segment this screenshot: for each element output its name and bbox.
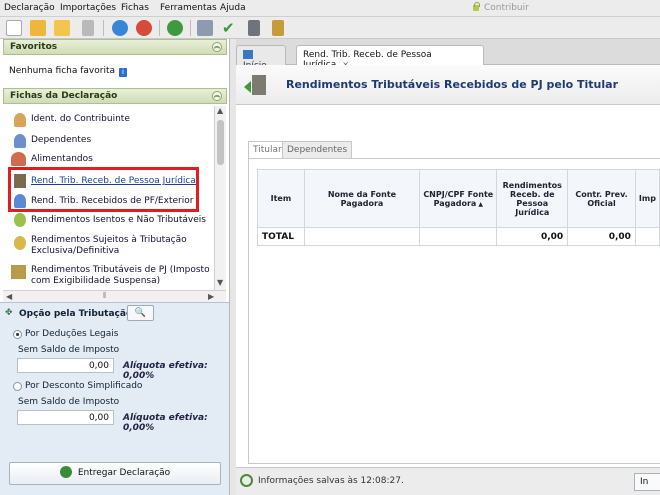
family-icon — [11, 152, 26, 166]
status-text: Informações salvas às 12:08:27. — [258, 476, 404, 486]
search-icon: 🔍 — [134, 308, 147, 318]
scroll-up-icon[interactable]: ▲ — [217, 106, 223, 115]
ficha-dependentes[interactable]: Dependentes — [14, 134, 91, 148]
ficha-rend-tributacao-exclusiva[interactable]: Rendimentos Sujeitos à Tributação Exclus… — [14, 235, 187, 257]
deducoes-legais-label: Por Deduções Legais — [25, 329, 119, 339]
menu-importacoes[interactable]: Importações — [60, 3, 116, 13]
scroll-down-icon[interactable]: ▼ — [217, 278, 223, 287]
print-icon[interactable] — [197, 20, 213, 36]
check-icon[interactable]: ✔ — [222, 20, 238, 36]
menu-ferramentas[interactable]: Ferramentas — [160, 3, 217, 13]
status-bar: Informações salvas às 12:08:27. In — [236, 467, 660, 495]
total-contr-prev: 0,00 — [567, 227, 636, 246]
sync-icon[interactable] — [112, 20, 128, 36]
main-panel: Início Rend. Trib. Receb. de Pessoa Jurí… — [236, 39, 660, 495]
toolbar-separator — [159, 20, 160, 36]
scroll-grip-icon[interactable]: ⦀ — [103, 291, 107, 301]
contribuir-link[interactable]: Contribuir — [472, 2, 529, 13]
table-header-row: Item Nome da Fonte Pagadora CNPJ/CPF Fon… — [257, 169, 660, 228]
bottom-button[interactable]: In — [634, 473, 660, 491]
favoritos-header[interactable]: Favoritos ︽ — [3, 39, 227, 55]
tab-rend-trib-pj[interactable]: Rend. Trib. Receb. de Pessoa Jurídica× — [296, 45, 484, 70]
menu-ajuda[interactable]: Ajuda — [220, 3, 246, 13]
radio-desconto-simplificado[interactable] — [13, 382, 22, 391]
building-person-icon — [244, 71, 268, 99]
desconto-aliquota: Alíquota efetiva: 0,00% — [123, 413, 208, 433]
deducoes-value: 0,00 — [17, 358, 114, 373]
table-cell — [419, 227, 498, 246]
table-container: Item Nome da Fonte Pagadora CNPJ/CPF Fon… — [248, 158, 660, 464]
people-icon — [14, 134, 26, 148]
highlight-box — [8, 167, 199, 212]
tax-option-icon: ✥ — [5, 308, 13, 318]
ficha-rend-isentos[interactable]: Rendimentos Isentos e Não Tributáveis — [14, 213, 206, 227]
menu-bar: Declaração Importações Fichas Ferramenta… — [0, 0, 660, 17]
lock-icon — [472, 2, 480, 11]
info-icon[interactable]: i — [118, 68, 127, 77]
desconto-saldo-label: Sem Saldo de Imposto — [18, 397, 120, 407]
calculator-icon[interactable] — [248, 20, 260, 36]
scroll-left-icon[interactable]: ◀ — [6, 292, 12, 301]
total-label: TOTAL — [257, 227, 305, 246]
opcao-title: Opção pela Tributação: — [19, 309, 136, 319]
vertical-scrollbar[interactable]: ▲ ▼ — [214, 106, 226, 290]
folder-icon[interactable] — [54, 20, 70, 36]
scroll-right-icon[interactable]: ▶ — [208, 292, 214, 301]
coin-icon — [14, 236, 26, 250]
import-icon[interactable] — [136, 20, 152, 36]
col-rendimentos[interactable]: Rendimentos Receb. de Pessoa Jurídica — [496, 169, 569, 228]
search-button[interactable]: 🔍 — [127, 305, 154, 321]
col-nome-fonte[interactable]: Nome da Fonte Pagadora — [303, 169, 421, 228]
ficha-ident-contribuinte[interactable]: Ident. do Contribuinte — [14, 113, 130, 127]
deducoes-saldo-label: Sem Saldo de Imposto — [18, 345, 120, 355]
globe-send-icon — [59, 466, 72, 478]
table-cell — [303, 227, 421, 246]
table-total-row: TOTAL 0,00 0,00 — [257, 227, 660, 246]
total-rendimentos: 0,00 — [496, 227, 569, 246]
page-header: Rendimentos Tributáveis Recebidos de PJ … — [236, 65, 660, 105]
content-area: Titular Dependentes Item Nome da Fonte P… — [236, 105, 660, 465]
menu-declaracao[interactable]: Declaração — [4, 3, 55, 13]
col-imp[interactable]: Imp — [634, 169, 660, 228]
ficha-rend-exigibilidade-suspensa[interactable]: Rendimentos Tributáveis de PJ (Imposto c… — [11, 265, 210, 287]
save-status-icon — [240, 474, 253, 487]
col-cnpj-cpf[interactable]: CNPJ/CPF Fonte Pagadora ▲ — [419, 169, 498, 228]
toolbar-separator — [103, 20, 104, 36]
deducoes-aliquota: Alíquota efetiva: 0,00% — [123, 361, 208, 381]
scroll-thumb[interactable] — [217, 120, 224, 165]
toolbar-separator — [190, 20, 191, 36]
col-contr-prev[interactable]: Contr. Prev. Oficial — [567, 169, 636, 228]
radio-deducoes-legais[interactable] — [13, 330, 22, 339]
tab-strip: Início Rend. Trib. Receb. de Pessoa Jurí… — [236, 39, 660, 71]
rendimentos-table: Item Nome da Fonte Pagadora CNPJ/CPF Fon… — [257, 169, 660, 246]
collapse-icon[interactable]: ︽ — [212, 91, 222, 101]
subtab-titular[interactable]: Titular — [248, 141, 287, 158]
entregar-declaracao-button[interactable]: Entregar Declaração — [9, 462, 221, 485]
collapse-icon[interactable]: ︽ — [212, 42, 222, 52]
ficha-alimentandos[interactable]: Alimentandos — [11, 152, 93, 166]
person-icon — [14, 113, 26, 127]
check-coin-icon — [14, 213, 26, 227]
subtab-dependentes[interactable]: Dependentes — [282, 141, 353, 158]
desconto-simplificado-label: Por Desconto Simplificado — [25, 381, 143, 391]
page-title: Rendimentos Tributáveis Recebidos de PJ … — [286, 78, 618, 91]
book-icon[interactable] — [272, 20, 284, 36]
new-file-icon[interactable] — [6, 20, 22, 36]
open-folder-icon[interactable] — [30, 20, 46, 36]
trash-icon[interactable] — [82, 20, 94, 36]
table-cell — [634, 227, 660, 246]
warning-building-icon — [11, 265, 26, 279]
left-panel: Favoritos ︽ Nenhuma ficha favorita i Fich… — [0, 39, 230, 495]
menu-fichas[interactable]: Fichas — [121, 3, 149, 13]
desconto-value: 0,00 — [17, 410, 114, 425]
fichas-header[interactable]: Fichas da Declaração ︽ — [3, 88, 227, 104]
globe-icon[interactable] — [167, 20, 183, 36]
horizontal-scrollbar[interactable]: ◀ ⦀ ▶ — [3, 290, 226, 302]
tab-inicio[interactable]: Início — [236, 45, 286, 71]
favoritos-empty: Nenhuma ficha favorita i — [9, 66, 127, 77]
toolbar: ✔ — [0, 17, 660, 39]
sort-asc-icon[interactable]: ▲ — [478, 201, 483, 208]
col-item[interactable]: Item — [257, 169, 305, 228]
home-icon — [243, 50, 253, 59]
